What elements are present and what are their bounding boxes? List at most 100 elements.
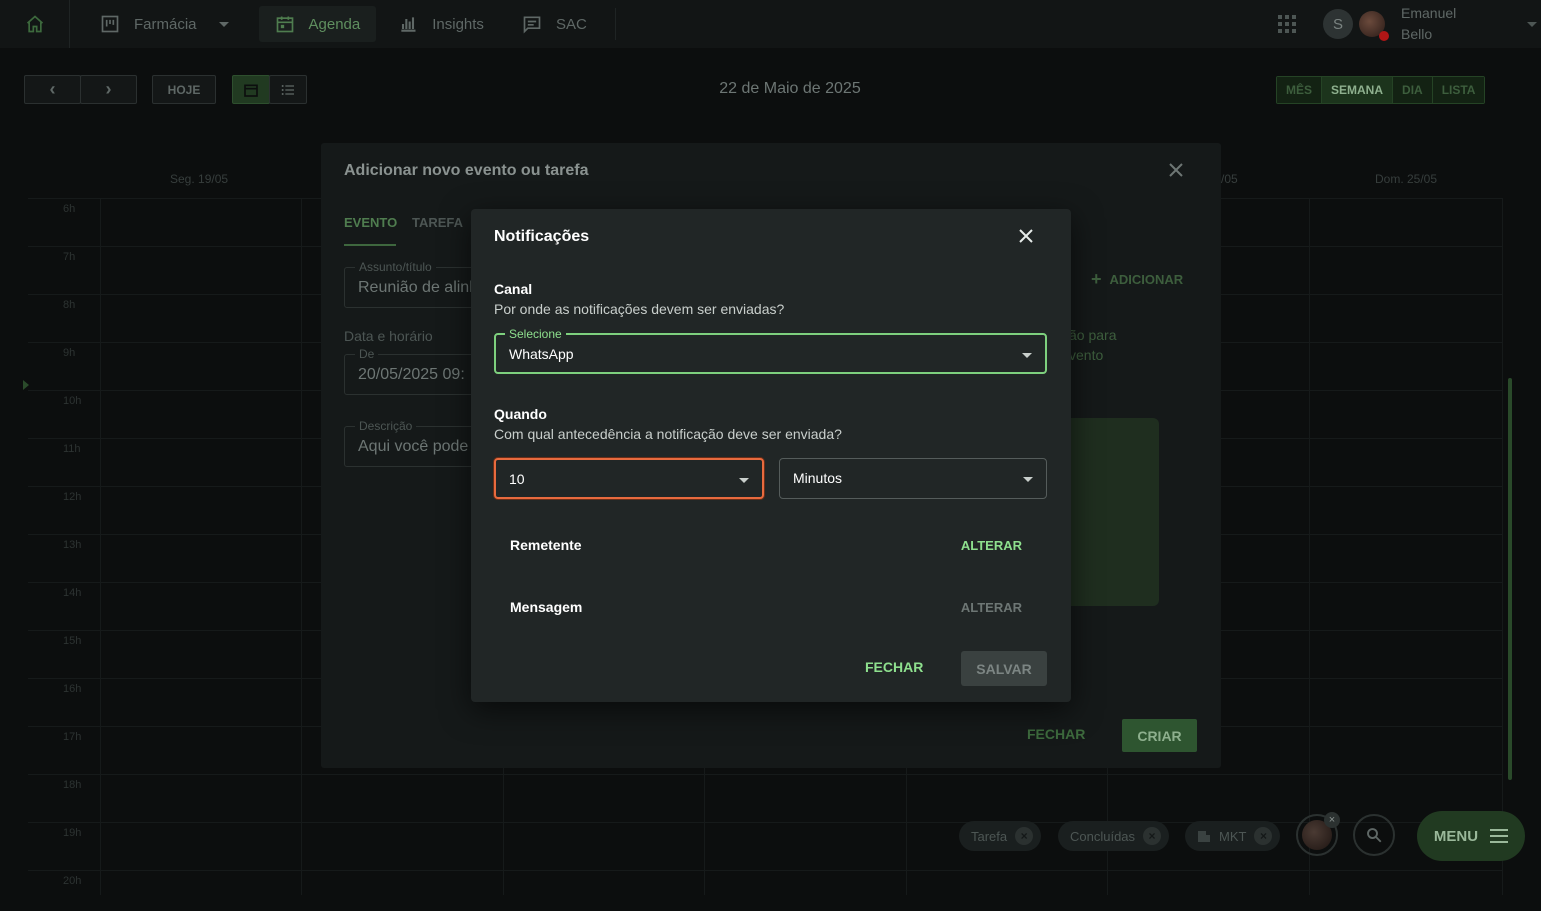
sender-row: Remetente ALTERAR (510, 537, 1030, 553)
menu-button[interactable]: MENU (1417, 811, 1525, 861)
hour-row: 18h (28, 774, 1503, 822)
view-list[interactable]: LISTA (1431, 77, 1485, 103)
nav-label: Insights (432, 15, 484, 33)
plus-icon: + (1091, 269, 1102, 289)
calendar-icon (276, 16, 293, 33)
chevron-right-icon: › (105, 79, 112, 99)
prev-button[interactable]: ‹ (24, 75, 81, 104)
nav-item-insights[interactable]: Insights (382, 6, 500, 42)
chevron-down-icon (1527, 21, 1537, 27)
user-filter-avatar[interactable]: × (1296, 812, 1340, 856)
hour-row: 19h (28, 822, 1503, 870)
sender-label: Remetente (510, 537, 582, 553)
filter-chip-mkt[interactable]: MKT × (1185, 821, 1281, 851)
channel-select-label: Selecione (505, 327, 566, 341)
hamburger-icon (1490, 829, 1509, 843)
dialog-title: Adicionar novo evento ou tarefa (344, 162, 589, 179)
nav-label: Farmácia (134, 15, 197, 33)
nav-label: SAC (555, 15, 587, 33)
view-switcher: MÊS SEMANA DIA LISTA (1276, 76, 1486, 104)
filter-chip-concluidas[interactable]: Concluídas × (1058, 821, 1170, 851)
user-photo (1359, 11, 1389, 41)
change-message-button[interactable]: ALTERAR (961, 600, 1022, 615)
list-view-toggle[interactable] (269, 75, 307, 104)
apps-button[interactable] (1263, 15, 1311, 33)
close-icon (1169, 163, 1183, 177)
tab-evento[interactable]: EVENTO (344, 215, 397, 230)
dropdown-caret-icon (1023, 477, 1033, 482)
home-icon (26, 15, 43, 33)
divider (614, 8, 616, 40)
view-month[interactable]: MÊS (1277, 77, 1322, 103)
dropdown-caret-icon (1022, 353, 1032, 358)
remove-chip-icon[interactable]: × (1015, 827, 1034, 845)
chevron-left-icon: ‹ (49, 79, 56, 99)
nav-label: Agenda (308, 15, 361, 33)
bar-chart-icon (401, 17, 416, 32)
view-week[interactable]: SEMANA (1321, 77, 1393, 103)
close-button[interactable] (1167, 161, 1185, 184)
close-icon (1019, 229, 1033, 243)
save-notifications-button[interactable]: SALVAR (961, 651, 1047, 686)
notification-hint: ão para vento (1069, 327, 1117, 363)
remove-chip-icon[interactable]: × (1254, 827, 1273, 845)
current-date-title: 22 de Maio de 2025 (719, 80, 861, 97)
nav-item-farmacia[interactable]: Farmácia (84, 6, 245, 42)
avatar: S (1323, 9, 1353, 39)
chevron-down-icon (218, 21, 229, 27)
day-header-sun: Dom. 25/05 (1375, 172, 1438, 186)
hour-row: 20h (28, 870, 1503, 895)
expand-arrow-icon[interactable] (23, 380, 29, 390)
when-description: Com qual antecedência a notificação deve… (494, 426, 842, 442)
close-button[interactable] (1017, 227, 1035, 250)
channel-description: Por onde as notificações devem ser envia… (494, 301, 785, 317)
change-sender-button[interactable]: ALTERAR (961, 538, 1022, 553)
remove-chip-icon[interactable]: × (1143, 827, 1162, 845)
scrollbar[interactable] (1508, 378, 1512, 780)
day-header-fri: /05 (1221, 172, 1238, 186)
next-button[interactable]: › (80, 75, 137, 104)
chat-icon (523, 16, 541, 34)
create-event-button[interactable]: CRIAR (1122, 719, 1197, 752)
apps-grid-icon (1278, 15, 1296, 33)
unit-select-value: Minutos (793, 470, 843, 486)
search-icon (1367, 828, 1382, 843)
datetime-label: Data e horário (344, 328, 433, 344)
message-row: Mensagem ALTERAR (510, 599, 1030, 615)
user-menu[interactable]: S Emanuel Bello (1311, 0, 1541, 48)
close-notifications-button[interactable]: FECHAR (865, 659, 923, 675)
calendar-icon (244, 84, 258, 97)
close-event-button[interactable]: FECHAR (1027, 726, 1085, 742)
filter-chip-tarefa[interactable]: Tarefa × (959, 821, 1042, 851)
user-name: Emanuel Bello (1401, 5, 1457, 42)
amount-select[interactable]: 10 (494, 458, 764, 499)
view-day[interactable]: DIA (1392, 77, 1432, 103)
calendar-view-toggle[interactable] (232, 75, 270, 104)
channel-heading: Canal (494, 281, 533, 297)
message-label: Mensagem (510, 599, 583, 615)
status-dot (1379, 31, 1389, 41)
channel-select-value: WhatsApp (509, 346, 574, 362)
kanban-icon (101, 15, 119, 33)
nav-item-agenda[interactable]: Agenda (258, 6, 377, 42)
tab-tarefa[interactable]: TAREFA (412, 215, 463, 230)
list-icon (281, 84, 294, 95)
today-button[interactable]: HOJE (152, 75, 216, 104)
notifications-dialog: Notificações Canal Por onde as notificaç… (471, 209, 1071, 702)
close-icon[interactable]: × (1324, 812, 1340, 828)
search-button[interactable] (1353, 814, 1395, 856)
unit-select[interactable]: Minutos (779, 458, 1047, 499)
when-heading: Quando (494, 406, 547, 422)
amount-select-value: 10 (509, 471, 525, 487)
home-button[interactable] (0, 0, 70, 48)
building-icon (1198, 831, 1210, 842)
dropdown-caret-icon (739, 478, 749, 483)
channel-select[interactable]: Selecione WhatsApp (494, 327, 1047, 374)
tab-indicator (344, 244, 396, 246)
top-navbar: Farmácia Agenda Insights SAC S Emanuel B… (0, 0, 1541, 48)
add-notification-button[interactable]: + ADICIONAR (1091, 269, 1183, 290)
dialog-title: Notificações (494, 228, 590, 245)
nav-item-sac[interactable]: SAC (506, 6, 603, 42)
day-header-mon: Seg. 19/05 (170, 172, 229, 186)
empty-state-illustration (1061, 418, 1159, 606)
